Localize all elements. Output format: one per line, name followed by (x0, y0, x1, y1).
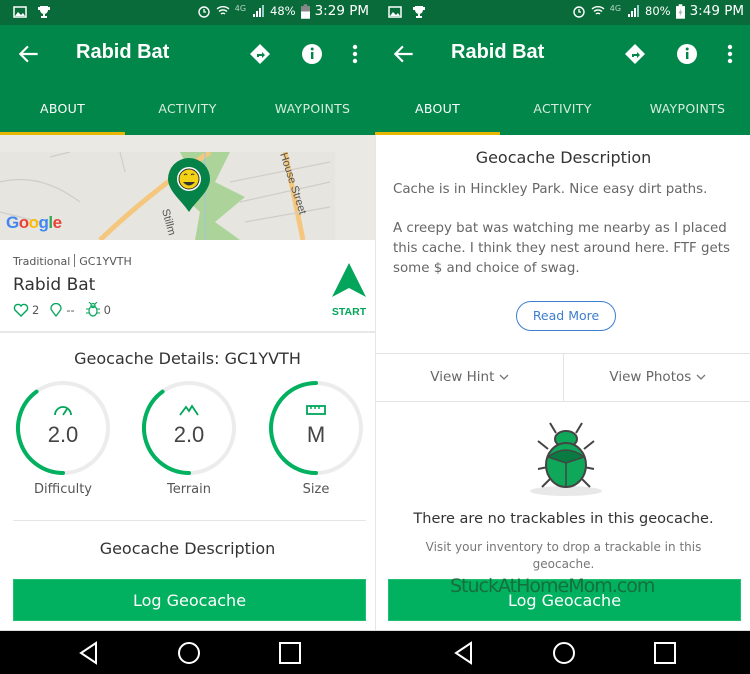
view-photos-button[interactable]: View Photos (563, 354, 750, 401)
tab-bar: ABOUT ACTIVITY WAYPOINTS (0, 85, 375, 135)
signal-icon (628, 5, 640, 17)
battery-percent: 80% (645, 4, 671, 18)
app-bar: Rabid Bat (375, 25, 750, 85)
battery-charging-icon (675, 3, 685, 19)
no-trackables-title: There are no trackables in this geocache… (413, 511, 714, 527)
more-vert-icon[interactable] (343, 42, 367, 66)
description-heading: Geocache Description (99, 539, 276, 558)
trackable-bug-illustration (530, 422, 602, 496)
trackables-stat: 0 (85, 302, 111, 317)
info-icon[interactable] (300, 42, 324, 66)
tab-bar: ABOUT ACTIVITY WAYPOINTS (375, 85, 750, 135)
page-title: Rabid Bat (76, 41, 170, 63)
directions-icon[interactable] (623, 42, 647, 66)
divider (13, 520, 366, 521)
tab-activity[interactable]: ACTIVITY (500, 85, 625, 135)
back-icon[interactable] (77, 641, 101, 665)
system-nav-bar (375, 630, 750, 674)
tab-about[interactable]: ABOUT (0, 85, 125, 135)
back-arrow-icon[interactable] (391, 41, 417, 67)
info-icon[interactable] (675, 42, 699, 66)
cache-map-pin[interactable] (166, 157, 212, 213)
no-trackables-subtitle: Visit your inventory to drop a trackable… (425, 540, 702, 571)
chevron-down-icon (696, 374, 706, 380)
bug-icon (85, 302, 100, 317)
left-screen: 4G 48% 3:29 PM Rabid Bat ABOUT ACTIVITY … (0, 0, 375, 674)
system-nav-bar (0, 630, 375, 674)
battery-icon (300, 3, 310, 19)
favorites-stat: 2 (13, 303, 39, 317)
tab-about[interactable]: ABOUT (375, 85, 500, 135)
terrain-label: Terrain (166, 482, 211, 497)
map-view[interactable]: House Street Stillm Google (0, 135, 375, 240)
back-icon[interactable] (452, 641, 476, 665)
gallery-icon (388, 6, 402, 18)
gallery-icon (13, 6, 27, 18)
log-geocache-button[interactable]: Log Geocache (13, 579, 366, 621)
cache-code: GC1YVTH (79, 255, 132, 268)
description-paragraph: A creepy bat was watching me nearby as I… (393, 221, 730, 276)
ruler-icon (306, 405, 326, 415)
tab-waypoints[interactable]: WAYPOINTS (250, 85, 375, 135)
cache-info: Traditional GC1YVTH Rabid Bat 2 -- 0 STAR… (0, 240, 375, 333)
tab-waypoints[interactable]: WAYPOINTS (625, 85, 750, 135)
trophy-icon (38, 6, 50, 18)
status-bar: 4G 48% 3:29 PM (0, 0, 375, 25)
size-value: M (306, 422, 326, 447)
watermark: StuckAtHomeMom.com (450, 575, 655, 597)
about-content: Geocache Description Cache is in Hinckle… (375, 135, 750, 630)
pin-outline-icon (50, 302, 62, 317)
street-label: House Street (277, 152, 308, 216)
signal-icon (253, 5, 265, 17)
network-type: 4G (234, 3, 247, 13)
size-label: Size (302, 482, 330, 497)
recents-icon[interactable] (278, 641, 302, 665)
network-type: 4G (609, 3, 622, 13)
alarm-icon (198, 6, 210, 18)
difficulty-label: Difficulty (34, 482, 92, 497)
chevron-down-icon (499, 374, 509, 380)
home-icon[interactable] (177, 641, 201, 665)
view-hint-button[interactable]: View Hint (376, 354, 563, 401)
battery-percent: 48% (270, 4, 296, 18)
home-icon[interactable] (552, 641, 576, 665)
navigation-arrow-icon (332, 263, 366, 297)
alarm-icon (573, 6, 585, 18)
page-title: Rabid Bat (451, 41, 545, 63)
difficulty-gauge: 2.0 Difficulty (15, 380, 111, 497)
difficulty-value: 2.0 (47, 422, 79, 447)
cache-type: Traditional (13, 255, 71, 268)
heart-icon (13, 303, 29, 317)
read-more-button[interactable]: Read More (516, 301, 616, 331)
clock: 3:49 PM (689, 3, 744, 19)
mountain-icon (179, 404, 199, 416)
size-gauge: M Size (268, 380, 364, 497)
clock: 3:29 PM (314, 3, 369, 19)
description-paragraph: Cache is in Hinckley Park. Nice easy dir… (393, 182, 708, 197)
app-bar: Rabid Bat (0, 25, 375, 85)
recents-icon[interactable] (653, 641, 677, 665)
wifi-icon (216, 6, 230, 15)
right-screen: 4G 80% 3:49 PM Rabid Bat ABOUT ACTIVITY … (375, 0, 750, 674)
description-heading: Geocache Description (475, 148, 652, 167)
speedometer-icon (54, 406, 72, 416)
google-logo: Google (6, 213, 62, 232)
details-title: Geocache Details: GC1YVTH (74, 349, 301, 368)
more-vert-icon[interactable] (718, 42, 742, 66)
terrain-value: 2.0 (173, 422, 205, 447)
hint-photos-bar: View Hint View Photos (376, 353, 750, 402)
status-bar: 4G 80% 3:49 PM (375, 0, 750, 25)
cache-type-line: Traditional GC1YVTH (13, 254, 132, 268)
trophy-icon (413, 6, 425, 18)
tab-activity[interactable]: ACTIVITY (125, 85, 250, 135)
wifi-icon (591, 6, 605, 15)
found-rate-stat: -- (49, 302, 75, 317)
directions-icon[interactable] (248, 42, 272, 66)
back-arrow-icon[interactable] (16, 41, 42, 67)
terrain-gauge: 2.0 Terrain (141, 380, 237, 497)
start-navigation-button[interactable]: START (331, 262, 367, 318)
cache-name: Rabid Bat (13, 275, 96, 295)
